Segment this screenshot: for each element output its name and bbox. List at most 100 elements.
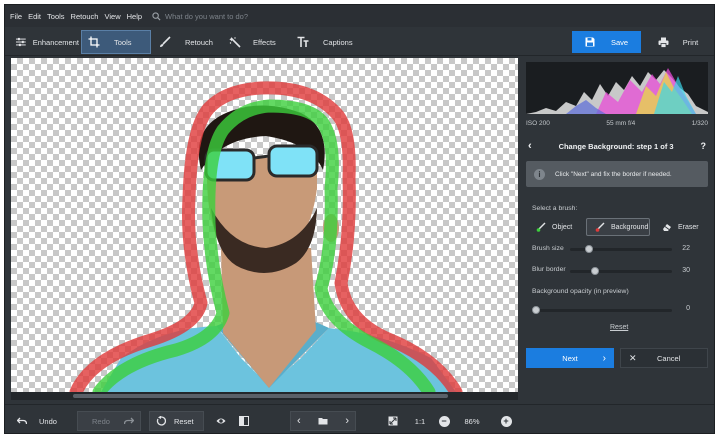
fit-to-screen-button[interactable] <box>385 411 401 431</box>
info-text: Click "Next" and fix the border if neede… <box>555 170 672 178</box>
background-opacity-slider[interactable] <box>532 305 672 315</box>
preview-eye-button[interactable] <box>212 411 230 431</box>
bottom-bar: Undo Redo Reset ‹ › 1:1 − 86% + <box>5 404 714 433</box>
search-box[interactable]: What do you want to do? <box>152 12 248 21</box>
info-icon: i <box>534 168 545 180</box>
horizontal-scrollbar[interactable] <box>11 392 518 400</box>
plus-icon: + <box>500 415 512 427</box>
zoom-in-button[interactable]: + <box>499 411 513 431</box>
eye-icon <box>216 418 226 424</box>
background-opacity-value: 0 <box>686 305 690 312</box>
compare-button[interactable] <box>235 411 253 431</box>
search-placeholder: What do you want to do? <box>165 11 249 21</box>
eraser-label: Eraser <box>678 223 699 231</box>
next-image-icon[interactable]: › <box>345 415 349 427</box>
tab-effects-label: Effects <box>253 37 276 47</box>
undo-label: Undo <box>39 416 57 426</box>
menu-retouch[interactable]: Retouch <box>71 12 99 21</box>
magic-wand-icon <box>229 37 241 48</box>
brush-size-value: 22 <box>682 245 690 252</box>
menu-tools[interactable]: Tools <box>47 12 65 21</box>
photo-preview <box>69 81 463 392</box>
tab-captions[interactable]: Captions <box>293 30 355 54</box>
red-brush-icon <box>595 222 605 232</box>
blur-border-value: 30 <box>682 267 690 274</box>
histogram-graph <box>526 68 708 114</box>
eraser-button[interactable]: Eraser <box>654 218 706 236</box>
image-canvas[interactable] <box>11 58 518 392</box>
background-brush-label: Background <box>611 223 649 231</box>
settings-panel: ISO 200 55 mm f/4 1/320 ‹ Change Backgro… <box>522 58 712 432</box>
back-chevron-icon[interactable]: ‹ <box>528 140 532 152</box>
tab-enhancement[interactable]: Enhancement <box>11 30 79 54</box>
actual-size-button[interactable]: 1:1 <box>411 411 429 431</box>
zoom-out-button[interactable]: − <box>437 411 451 431</box>
cancel-button-label: Cancel <box>657 353 681 363</box>
tab-retouch[interactable]: Retouch <box>155 30 221 54</box>
compare-icon <box>239 416 249 426</box>
menu-view[interactable]: View <box>104 12 120 21</box>
text-icon <box>297 36 309 47</box>
brush-select-label: Select a brush: <box>532 205 578 212</box>
sliders-icon <box>15 37 26 47</box>
chevron-right-icon: › <box>602 352 606 364</box>
brush-size-slider[interactable] <box>570 244 672 254</box>
reset-button[interactable]: Reset <box>149 411 204 431</box>
save-button[interactable]: Save <box>572 31 641 53</box>
minus-icon: − <box>438 415 450 427</box>
reset-icon <box>156 416 166 426</box>
print-button-label: Print <box>682 37 699 47</box>
reset-link[interactable]: Reset <box>610 324 628 331</box>
menu-file[interactable]: File <box>10 12 22 21</box>
scrollbar-thumb[interactable] <box>73 394 448 398</box>
brush-size-knob[interactable] <box>585 245 594 253</box>
shutter-value: 1/320 <box>691 119 708 127</box>
close-icon: ✕ <box>629 352 637 363</box>
background-brush-button[interactable]: Background <box>586 218 650 236</box>
toolbar: Enhancement Tools Retouch Effects Captio… <box>5 28 714 56</box>
floppy-disk-icon <box>585 37 595 47</box>
app-window: File Edit Tools Retouch View Help What d… <box>4 4 715 434</box>
menu-edit[interactable]: Edit <box>28 12 41 21</box>
help-icon[interactable]: ? <box>700 141 706 151</box>
tab-tools-label: Tools <box>114 37 132 47</box>
background-opacity-label: Background opacity (in preview) <box>532 288 629 295</box>
brush-size-label: Brush size <box>532 245 564 252</box>
menu-bar: File Edit Tools Retouch View Help What d… <box>5 5 714 27</box>
iso-value: ISO 200 <box>526 119 550 127</box>
blur-border-slider[interactable] <box>570 266 672 276</box>
background-opacity-knob[interactable] <box>532 306 540 314</box>
lens-value: 55 mm f/4 <box>606 119 636 127</box>
tab-tools[interactable]: Tools <box>81 30 151 54</box>
print-button[interactable]: Print <box>646 31 710 53</box>
sunglasses-right-lens <box>267 144 319 178</box>
search-icon <box>152 11 161 21</box>
prev-image-icon[interactable]: ‹ <box>297 415 301 427</box>
image-navigator: ‹ › <box>290 411 356 431</box>
redo-button[interactable]: Redo <box>77 411 141 431</box>
eraser-icon <box>663 224 671 231</box>
green-brush-icon <box>536 222 546 232</box>
redo-icon <box>124 417 134 425</box>
undo-button[interactable]: Undo <box>13 411 73 431</box>
cancel-button[interactable]: ✕ Cancel <box>620 348 708 368</box>
reset-label: Reset <box>174 416 194 426</box>
menu-help[interactable]: Help <box>127 12 142 21</box>
fit-screen-icon <box>388 416 398 426</box>
object-brush-button[interactable]: Object <box>528 218 578 236</box>
object-brush-label: Object <box>552 223 573 231</box>
blur-border-knob[interactable] <box>590 267 599 275</box>
histogram <box>526 62 708 114</box>
tab-effects[interactable]: Effects <box>225 30 287 54</box>
blur-border-label: Blur border <box>532 266 566 273</box>
tab-retouch-label: Retouch <box>185 37 213 47</box>
brush-icon <box>160 36 171 47</box>
next-button[interactable]: Next › <box>526 348 614 368</box>
step-title: Change Background: step 1 of 3 <box>558 141 674 151</box>
folder-icon[interactable] <box>318 416 328 426</box>
save-button-label: Save <box>610 37 629 47</box>
tab-enhancement-label: Enhancement <box>32 37 79 47</box>
printer-icon <box>658 37 669 48</box>
step-header: ‹ Change Background: step 1 of 3 ? <box>522 136 712 156</box>
next-button-label: Next <box>562 353 578 363</box>
